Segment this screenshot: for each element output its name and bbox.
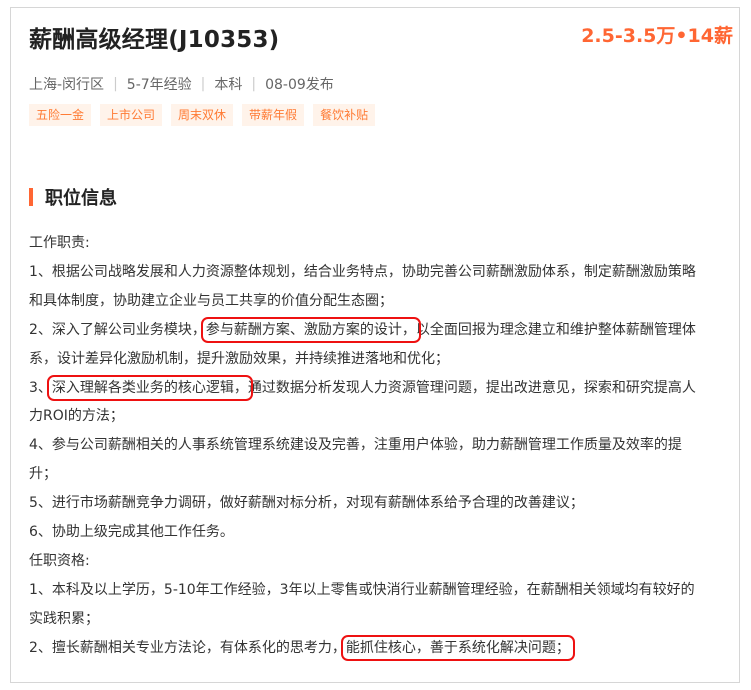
duty-line: 5、进行市场薪酬竞争力调研，做好薪酬对标分析，对现有薪酬体系给予合理的改善建议； [29, 495, 584, 512]
benefit-tags: 五险一金 上市公司 周末双休 带薪年假 餐饮补贴 [29, 104, 384, 126]
requirement-line: 1、本科及以上学历，5-10年工作经验，3年以上零售或快消行业薪酬管理经验，在薪… [29, 581, 695, 598]
duty-text: 3、 [29, 379, 52, 396]
duty-line: 系，设计差异化激励机制，提升激励效果，并持续推进落地和优化； [29, 350, 449, 367]
duty-line: 3、深入理解各类业务的核心逻辑，通过数据分析发现人力资源管理问题，提出改进意见，… [29, 374, 739, 403]
duty-line: 升； [29, 466, 57, 483]
duty-line: 6、协助上级完成其他工作任务。 [29, 524, 234, 541]
duty-line: 2、深入了解公司业务模块，参与薪酬方案、激励方案的设计，以全面回报为理念建立和维… [29, 316, 739, 345]
benefit-tag: 餐饮补贴 [313, 104, 376, 126]
meta-separator: | [251, 76, 257, 92]
duties-heading: 工作职责: [29, 235, 90, 251]
requirements-heading: 任职资格: [29, 552, 90, 569]
section-title: 职位信息 [45, 188, 117, 209]
benefit-tag: 上市公司 [100, 104, 163, 126]
meta-separator: | [200, 76, 206, 92]
benefit-tag: 五险一金 [29, 104, 92, 126]
job-meta: 上海-闵行区 | 5-7年经验 | 本科 | 08-09发布 [29, 74, 334, 94]
job-detail-card: 薪酬高级经理(J10353) 2.5-3.5万•14薪 上海-闵行区 | 5-7… [10, 7, 740, 683]
highlighted-text: 深入理解各类业务的核心逻辑， [46, 374, 253, 401]
requirement-line: 实践积累； [29, 610, 99, 627]
job-location: 上海-闵行区 [29, 77, 105, 93]
duty-text: 通过数据分析发现人力资源管理问题，提出改进意见，探索和研究提高人 [247, 379, 696, 396]
duty-text: 2、深入了解公司业务模块， [29, 321, 206, 338]
job-published-date: 08-09发布 [265, 77, 334, 93]
duty-text: 以全面回报为理念建立和维护整体薪酬管理体 [415, 321, 696, 338]
duty-line: 和具体制度，协助建立企业与员工共享的价值分配生态圈； [29, 292, 393, 309]
duty-line: 1、根据公司战略发展和人力资源整体规划，结合业务特点，协助完善公司薪酬激励体系，… [29, 263, 696, 280]
duty-line: 力ROI的方法； [29, 408, 124, 425]
duty-line: 4、参与公司薪酬相关的人事系统管理系统建设及完善，注重用户体验，助力薪酬管理工作… [29, 437, 682, 454]
section-header: 职位信息 [29, 184, 117, 210]
requirement-line: 2、擅长薪酬相关专业方法论，有体系化的思考力，能抓住核心，善于系统化解决问题； [29, 634, 739, 663]
job-description: 工作职责: 1、根据公司战略发展和人力资源整体规划，结合业务特点，协助完善公司薪… [29, 229, 739, 663]
highlighted-text: 参与薪酬方案、激励方案的设计， [200, 316, 421, 343]
job-title: 薪酬高级经理(J10353) [29, 27, 280, 53]
meta-separator: | [113, 76, 118, 92]
benefit-tag: 带薪年假 [242, 104, 305, 126]
salary-range: 2.5-3.5万•14薪 [581, 25, 733, 47]
highlighted-text: 能抓住核心，善于系统化解决问题； [340, 634, 575, 661]
benefit-tag: 周末双休 [171, 104, 234, 126]
job-experience: 5-7年经验 [126, 77, 192, 93]
job-education: 本科 [214, 77, 243, 93]
requirement-text: 2、擅长薪酬相关专业方法论，有体系化的思考力， [29, 639, 346, 656]
section-accent-bar [29, 188, 33, 206]
